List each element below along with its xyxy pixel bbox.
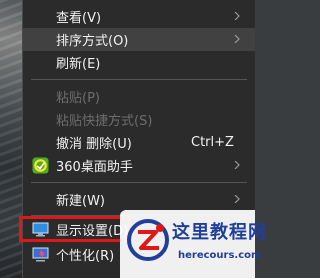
- desktop-wallpaper: [0, 0, 22, 278]
- menu-item-360-assistant-label: 360桌面助手: [56, 160, 133, 175]
- menu-item-sort[interactable]: 排序方式(O): [23, 28, 255, 51]
- chevron-right-icon: [234, 12, 240, 20]
- monitor-icon: [32, 222, 49, 237]
- watermark-logo-icon: [127, 219, 169, 261]
- menu-item-paste: 粘贴(P): [23, 85, 255, 108]
- menu-item-personalize-label: 个性化(R): [56, 249, 115, 264]
- menu-item-view-label: 查看(V): [56, 11, 102, 26]
- menu-item-paste-shortcut: 粘贴快捷方式(S): [23, 108, 255, 131]
- menu-item-refresh[interactable]: 刷新(E): [23, 51, 255, 74]
- menu-item-360-assistant[interactable]: 360桌面助手: [23, 154, 255, 177]
- menu-item-paste-label: 粘贴(P): [56, 91, 100, 106]
- menu-item-paste-shortcut-label: 粘贴快捷方式(S): [56, 114, 153, 129]
- personalize-icon: [32, 247, 49, 262]
- watermark-url: herecours.com: [178, 250, 262, 261]
- menu-item-undo-delete[interactable]: 撤消 删除(U) Ctrl+Z: [23, 131, 255, 154]
- menu-separator: [31, 182, 247, 183]
- menu-item-undo-label: 撤消 删除(U): [56, 137, 132, 152]
- chevron-right-icon: [234, 195, 240, 203]
- menu-item-new-label: 新建(W): [56, 194, 105, 209]
- chevron-right-icon: [234, 35, 240, 43]
- menu-item-display-settings-label: 显示设置(D): [56, 224, 129, 239]
- 360-assistant-icon: [32, 157, 49, 174]
- menu-separator: [31, 79, 247, 80]
- menu-item-view[interactable]: 查看(V): [23, 5, 255, 28]
- menu-item-refresh-label: 刷新(E): [56, 57, 101, 72]
- chevron-right-icon: [234, 161, 240, 169]
- watermark-badge: 这里教程网 herecours.com: [120, 210, 266, 278]
- menu-item-sort-label: 排序方式(O): [56, 34, 129, 49]
- menu-item-undo-shortcut: Ctrl+Z: [191, 135, 234, 150]
- menu-item-new[interactable]: 新建(W): [23, 188, 255, 211]
- watermark-title: 这里教程网: [172, 222, 267, 243]
